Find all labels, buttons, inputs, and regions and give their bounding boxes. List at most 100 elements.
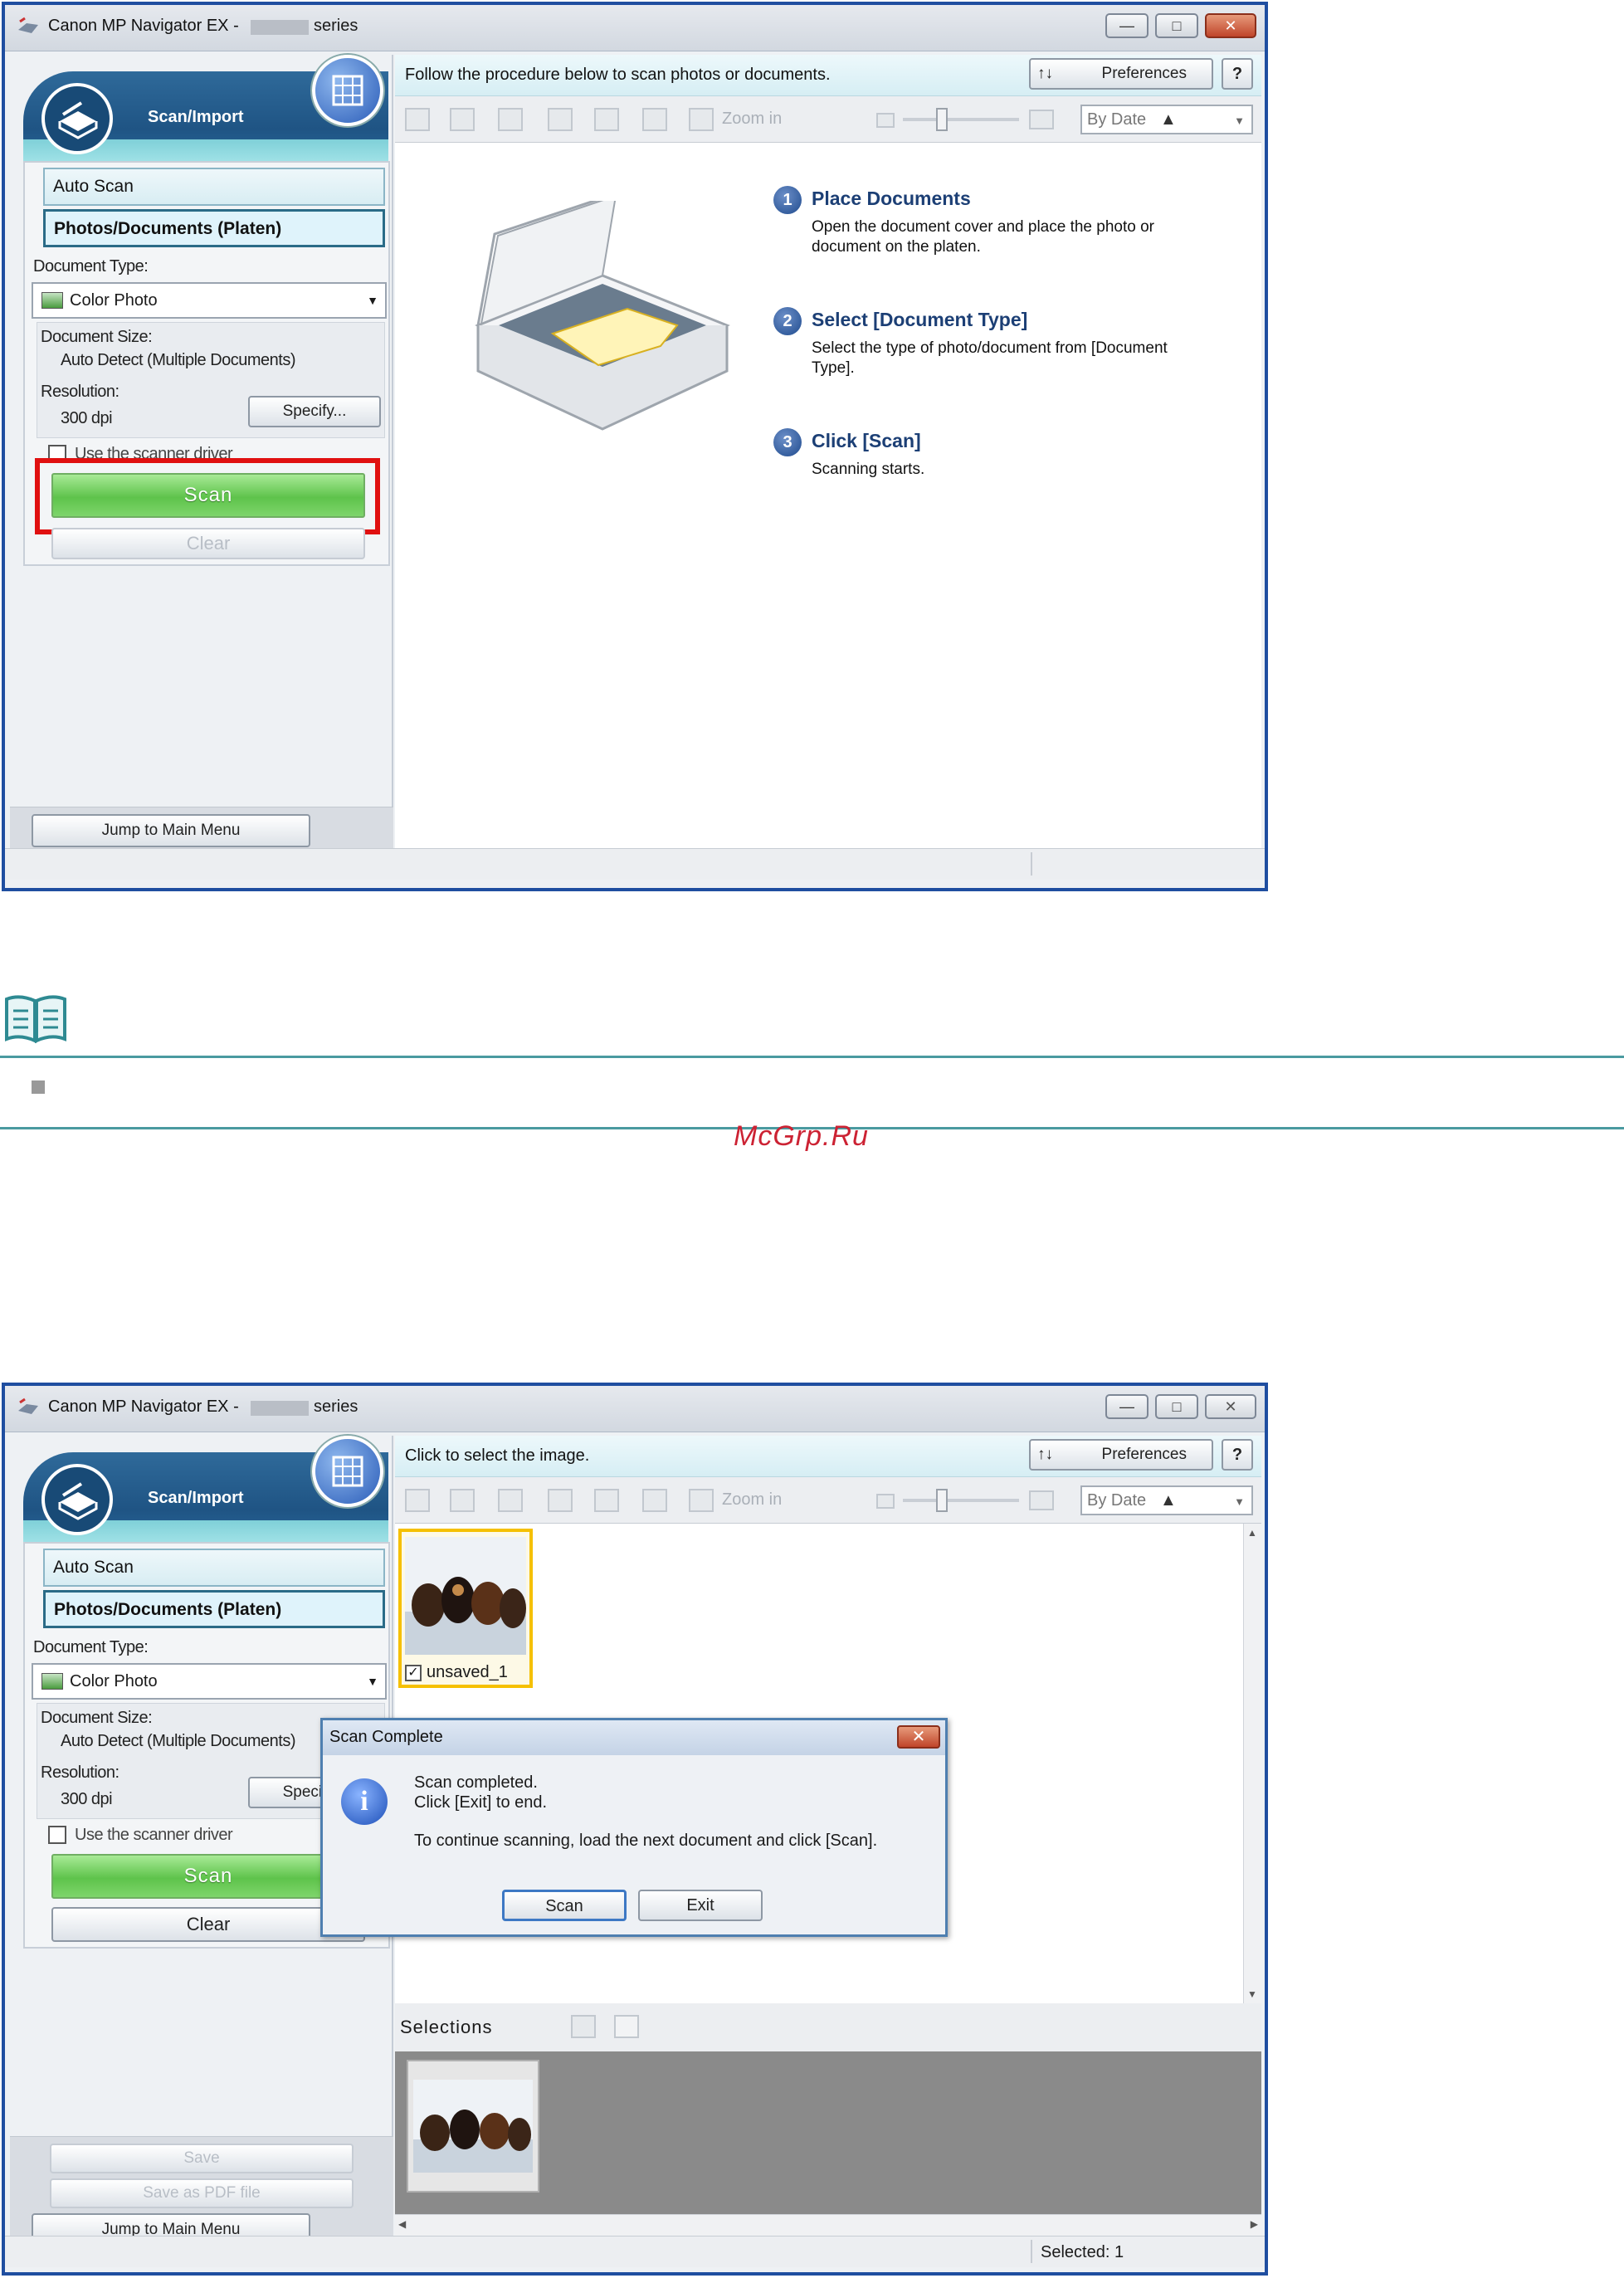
note-rule-top xyxy=(0,1056,1624,1058)
crop-icon[interactable] xyxy=(642,1489,667,1512)
sort-select[interactable]: By Date ▲ ▼ xyxy=(1080,105,1253,134)
instruction-text: Follow the procedure below to scan photo… xyxy=(405,66,831,84)
rotate-left-icon[interactable] xyxy=(498,108,523,131)
image-toolbar: Zoom in By Date ▲ ▼ xyxy=(395,1477,1261,1524)
sort-ascending-icon: ▲ xyxy=(1160,110,1177,129)
selected-image-tile[interactable] xyxy=(407,2060,539,2193)
scroll-left-icon[interactable]: ◀ xyxy=(398,2218,406,2230)
scan-button[interactable]: Scan xyxy=(51,1854,365,1899)
preferences-button[interactable]: ↑↓ Preferences xyxy=(1029,1439,1213,1471)
horizontal-scrollbar[interactable]: ◀ ▶ xyxy=(395,2214,1261,2236)
step-2-desc-2: Type]. xyxy=(812,359,855,377)
scroll-up-icon[interactable]: ▲ xyxy=(1247,1527,1257,1539)
window-title-suffix: series xyxy=(314,1398,358,1416)
preferences-button[interactable]: ↑↓ Preferences xyxy=(1029,58,1213,90)
help-button[interactable]: ? xyxy=(1222,58,1253,90)
window-title: Canon MP Navigator EX - xyxy=(48,1398,239,1416)
mode-photos-documents[interactable]: Photos/Documents (Platen) xyxy=(43,1590,385,1628)
step-1-desc-2: document on the platen. xyxy=(812,238,981,256)
document-size-label: Document Size: xyxy=(41,1709,153,1727)
dialog-exit-button[interactable]: Exit xyxy=(638,1890,763,1921)
step-2-desc-1: Select the type of photo/document from [… xyxy=(812,339,1168,357)
maximize-button[interactable]: □ xyxy=(1155,13,1198,38)
close-button[interactable]: ✕ xyxy=(1205,13,1256,38)
preferences-icon: ↑↓ xyxy=(1037,1446,1053,1463)
panel-header-label: Scan/Import xyxy=(148,1489,244,1507)
window-title: Canon MP Navigator EX - xyxy=(48,17,239,35)
mirror-icon[interactable] xyxy=(594,108,619,131)
view-grid-icon[interactable] xyxy=(450,108,475,131)
save-button[interactable]: Save xyxy=(50,2144,354,2173)
view-thumbnails-icon[interactable] xyxy=(405,1489,430,1512)
mirror-icon[interactable] xyxy=(594,1489,619,1512)
crop-icon[interactable] xyxy=(642,108,667,131)
thumbnail-checkbox[interactable]: ✓ xyxy=(405,1665,422,1681)
mode-photos-documents[interactable]: Photos/Documents (Platen) xyxy=(43,209,385,247)
thumbnail-size-slider[interactable] xyxy=(903,1499,1019,1502)
dialog-close-button[interactable]: ✕ xyxy=(897,1725,940,1749)
sort-select[interactable]: By Date ▲ ▼ xyxy=(1080,1485,1253,1515)
dialog-titlebar: Scan Complete ✕ xyxy=(323,1720,945,1755)
chevron-down-icon: ▼ xyxy=(367,1675,378,1688)
maximize-button[interactable]: □ xyxy=(1155,1394,1198,1419)
clear-button[interactable]: Clear xyxy=(51,528,365,559)
procedure-content: 1 Place Documents Open the document cove… xyxy=(395,143,1261,851)
help-button[interactable]: ? xyxy=(1222,1439,1253,1471)
thumbnail-size-slider[interactable] xyxy=(903,118,1019,121)
clear-button[interactable]: Clear xyxy=(51,1907,365,1942)
specify-button[interactable]: Specify... xyxy=(248,396,381,427)
color-photo-icon xyxy=(41,1673,63,1690)
window-title-suffix: series xyxy=(314,17,358,35)
scan-button[interactable]: Scan xyxy=(51,473,365,518)
scroll-down-icon[interactable]: ▼ xyxy=(1247,1988,1257,2000)
dialog-line-1: Scan completed. xyxy=(414,1773,538,1792)
step-1-number-icon: 1 xyxy=(773,186,802,214)
step-1-title: Place Documents xyxy=(812,188,971,209)
rotate-right-icon[interactable] xyxy=(548,1489,573,1512)
right-pane: Follow the procedure below to scan photo… xyxy=(395,55,1261,851)
mode-auto-scan[interactable]: Auto Scan xyxy=(43,1549,385,1587)
slider-handle[interactable] xyxy=(936,108,948,131)
rotate-right-icon[interactable] xyxy=(548,108,573,131)
view-thumbnails-icon[interactable] xyxy=(405,108,430,131)
document-size-value: Auto Detect (Multiple Documents) xyxy=(61,1732,296,1750)
document-type-value: Color Photo xyxy=(70,291,158,310)
app-icon xyxy=(18,17,38,33)
selections-grid-icon[interactable] xyxy=(571,2015,596,2038)
scanner-driver-checkbox[interactable] xyxy=(48,1826,66,1844)
scroll-right-icon[interactable]: ▶ xyxy=(1251,2218,1258,2230)
save-as-pdf-button[interactable]: Save as PDF file xyxy=(50,2178,354,2208)
left-footer: Jump to Main Menu xyxy=(10,807,393,851)
slider-handle[interactable] xyxy=(936,1489,948,1512)
selections-single-icon[interactable] xyxy=(614,2015,639,2038)
vertical-scrollbar[interactable]: ▲ ▼ xyxy=(1243,1524,1261,2003)
step-3-number-icon: 3 xyxy=(773,428,802,456)
document-type-select[interactable]: Color Photo ▼ xyxy=(32,282,387,319)
view-grid-icon[interactable] xyxy=(450,1489,475,1512)
step-3-desc-1: Scanning starts. xyxy=(812,461,925,478)
resolution-label: Resolution: xyxy=(41,1763,119,1782)
panel-header-label: Scan/Import xyxy=(148,108,244,126)
zoom-in-label: Zoom in xyxy=(722,1490,783,1509)
zoom-icon[interactable] xyxy=(689,108,714,131)
minimize-button[interactable]: — xyxy=(1105,1394,1149,1419)
document-type-select[interactable]: Color Photo ▼ xyxy=(32,1663,387,1700)
mode-auto-scan[interactable]: Auto Scan xyxy=(43,168,385,206)
chevron-down-icon: ▼ xyxy=(1234,1495,1245,1508)
minimize-button[interactable]: — xyxy=(1105,13,1149,38)
main-menu-globe-icon[interactable] xyxy=(312,55,383,126)
resolution-value: 300 dpi xyxy=(61,409,113,427)
note-bullet-icon xyxy=(32,1080,45,1094)
document-size-label: Document Size: xyxy=(41,328,153,346)
close-button[interactable]: ✕ xyxy=(1205,1394,1256,1419)
thumbnail-unsaved-1[interactable]: ✓ unsaved_1 xyxy=(398,1529,533,1688)
jump-to-main-menu-button[interactable]: Jump to Main Menu xyxy=(32,814,310,847)
dialog-scan-button[interactable]: Scan xyxy=(502,1890,627,1921)
selected-dogs-photo xyxy=(413,2080,533,2173)
sort-value: By Date xyxy=(1087,1491,1147,1510)
main-menu-globe-icon[interactable] xyxy=(312,1436,383,1507)
zoom-in-label: Zoom in xyxy=(722,110,783,128)
thumbnail-label: unsaved_1 xyxy=(427,1663,508,1681)
rotate-left-icon[interactable] xyxy=(498,1489,523,1512)
zoom-icon[interactable] xyxy=(689,1489,714,1512)
